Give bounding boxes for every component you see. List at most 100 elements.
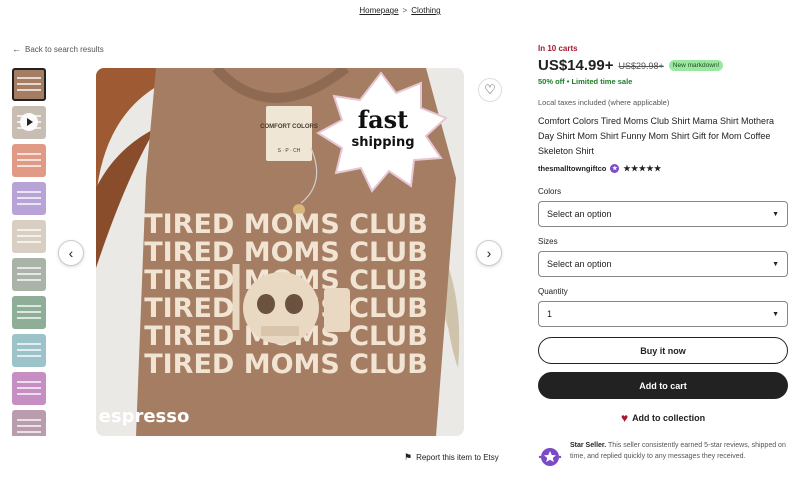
thumbnail-print-line: [17, 273, 41, 275]
colors-select-value: Select an option: [547, 209, 612, 219]
print-line-6: TIRED MOMS CLUB: [144, 349, 428, 380]
thumbnail-7[interactable]: [12, 296, 46, 329]
thumbnail-print-line: [17, 165, 41, 167]
thumbnail-3[interactable]: [12, 144, 46, 177]
heart-icon: ♥: [620, 411, 629, 425]
back-to-search-link[interactable]: ← Back to search results: [12, 44, 104, 54]
thumbnail-print-line: [17, 355, 41, 357]
thumbnail-8[interactable]: [12, 334, 46, 367]
thumbnail-print-line: [17, 431, 41, 433]
add-to-collection-button[interactable]: ♥ Add to collection: [538, 411, 788, 425]
flag-icon: ⚑: [404, 452, 413, 462]
breadcrumb-homepage-link[interactable]: Homepage: [359, 6, 398, 15]
current-price: US$14.99+: [538, 57, 614, 74]
tag-text: COMFORT COLORS: [260, 124, 318, 130]
thumbnail-print-line: [17, 197, 41, 199]
star-seller-info: Star Seller. This seller consistently ea…: [538, 441, 788, 469]
thumbnail-5[interactable]: [12, 220, 46, 253]
thumbnail-print-line: [17, 241, 41, 243]
thumbnail-print-line: [17, 89, 41, 91]
quantity-label: Quantity: [538, 287, 568, 296]
thumbnail-print-line: [17, 229, 41, 231]
thumbnail-print-line: [17, 203, 41, 205]
brand-label: espresso: [99, 406, 190, 427]
breadcrumb-separator: >: [402, 6, 408, 15]
caret-down-icon: ▼: [772, 310, 779, 318]
print-line-1: TIRED MOMS CLUB: [144, 209, 428, 240]
thumbnail-print-line: [17, 311, 41, 313]
thumbnail-9[interactable]: [12, 372, 46, 405]
favorite-button[interactable]: ♡: [478, 78, 502, 102]
sizes-select[interactable]: Select an option ▼: [538, 251, 788, 277]
taxes-note: Local taxes included (where applicable): [538, 98, 670, 107]
shop-name-link[interactable]: thesmalltowngiftco: [538, 164, 606, 173]
quantity-select[interactable]: 1 ▼: [538, 301, 788, 327]
thumbnail-strip: [12, 68, 46, 436]
star-seller-badge-icon: ★: [610, 164, 620, 173]
breadcrumb-clothing-link[interactable]: Clothing: [411, 6, 440, 15]
thumbnail-1[interactable]: [12, 68, 46, 101]
quantity-select-value: 1: [547, 309, 553, 319]
caret-down-icon: ▼: [772, 260, 779, 268]
add-to-collection-label: Add to collection: [632, 413, 706, 423]
rating-stars[interactable]: ★★★★★: [623, 164, 661, 173]
colors-select[interactable]: Select an option ▼: [538, 201, 788, 227]
report-item-link[interactable]: ⚑ Report this item to Etsy: [404, 452, 499, 463]
markdown-badge: New markdown!: [668, 60, 724, 71]
thumbnail-4[interactable]: [12, 182, 46, 215]
previous-image-button[interactable]: ‹: [58, 240, 84, 266]
star-seller-text: Star Seller. This seller consistently ea…: [570, 441, 788, 462]
skull-eye-right: [285, 294, 303, 314]
thumbnail-print-line: [17, 191, 41, 193]
thumbnail-print-line: [17, 153, 41, 155]
thumbnail-print-line: [17, 83, 41, 85]
thumbnail-print-line: [17, 393, 41, 395]
sizes-label: Sizes: [538, 237, 558, 246]
thumbnail-print-line: [17, 419, 41, 421]
thumbnail-print-line: [17, 343, 41, 345]
thumbnail-print-line: [17, 235, 41, 237]
skull-eye-left: [257, 294, 275, 314]
thumbnail-print-line: [17, 425, 41, 427]
product-info-panel: In 10 carts US$14.99+ US$29.98+ New mark…: [538, 44, 788, 469]
report-item-label: Report this item to Etsy: [416, 453, 499, 462]
colors-label: Colors: [538, 187, 562, 196]
chevron-left-icon: ‹: [68, 245, 74, 261]
product-photo: COMFORT COLORS S · P · CH TIRED MOMS CLU…: [96, 68, 464, 436]
thumbnail-2[interactable]: [12, 106, 46, 139]
star-seller-title: Star Seller.: [570, 442, 607, 449]
arrow-left-icon: ←: [12, 44, 21, 54]
discount-text: 50% off • Limited time sale: [538, 77, 633, 86]
thumbnail-10[interactable]: [12, 410, 46, 436]
thumbnail-print-line: [17, 305, 41, 307]
heart-outline-icon: ♡: [484, 82, 496, 97]
sizes-select-value: Select an option: [547, 259, 612, 269]
thumbnail-print-line: [17, 381, 41, 383]
coffee-cup: [324, 288, 350, 332]
print-line-2: TIRED MOMS CLUB: [144, 237, 428, 268]
add-to-cart-button[interactable]: Add to cart: [538, 372, 788, 399]
sticker-fast: fast: [358, 105, 408, 134]
original-price: US$29.98+: [618, 60, 664, 71]
breadcrumb: Homepage > Clothing: [0, 6, 800, 15]
price-row: US$14.99+ US$29.98+ New markdown!: [538, 57, 788, 74]
thumbnail-6[interactable]: [12, 258, 46, 291]
buy-now-button[interactable]: Buy it now: [538, 337, 788, 364]
caret-down-icon: ▼: [772, 210, 779, 218]
tag-size: S · P · CH: [278, 148, 301, 154]
thumbnail-print-line: [17, 317, 41, 319]
main-product-image: COMFORT COLORS S · P · CH TIRED MOMS CLU…: [96, 68, 464, 436]
back-to-search-label: Back to search results: [25, 44, 104, 54]
star-seller-icon: [538, 448, 562, 466]
thumbnail-print-line: [17, 387, 41, 389]
chevron-right-icon: ›: [486, 245, 492, 261]
thumbnail-print-line: [17, 267, 41, 269]
sticker-shipping: shipping: [351, 135, 414, 150]
cart-count: In 10 carts: [538, 44, 578, 53]
skull-teeth: [261, 326, 299, 336]
play-icon: [20, 113, 38, 131]
next-image-button[interactable]: ›: [476, 240, 502, 266]
thumbnail-print-line: [17, 159, 41, 161]
thumbnail-print-line: [17, 279, 41, 281]
product-title: Comfort Colors Tired Moms Club Shirt Mam…: [538, 116, 775, 156]
